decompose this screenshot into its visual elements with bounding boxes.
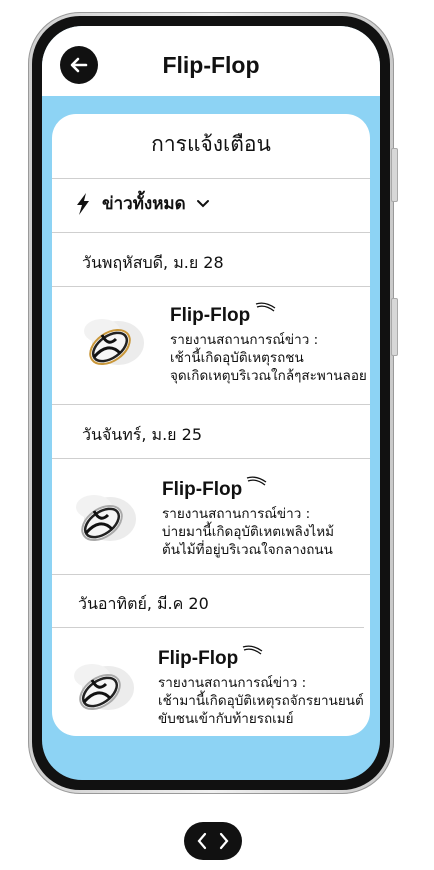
app-title: Flip-Flop	[162, 52, 260, 78]
page-title: การแจ้งเตือน	[151, 132, 271, 156]
divider	[52, 574, 370, 575]
top-bar: Flip-Flop	[42, 26, 380, 96]
flip-flop-sandal-icon	[76, 495, 136, 542]
page-navigation	[184, 822, 242, 860]
swoosh-icon	[246, 476, 267, 486]
notification-title: Flip-Flop	[162, 479, 243, 500]
notification-line: ขับชนเข้ากับท้ายรถเมย์	[158, 711, 294, 727]
flip-flop-sandal-icon	[84, 319, 144, 366]
phone-bezel: Flip-Flop การแจ้งเตือน ข่าวทั้งหมด วันพฤ…	[32, 16, 390, 790]
notifications-card: การแจ้งเตือน ข่าวทั้งหมด วันพฤหัสบดี, ม.…	[52, 114, 370, 736]
notification-item[interactable]: Flip-Flop รายงานสถานการณ์ข่าว : เช้ามานี…	[52, 628, 370, 736]
phone-side-button	[391, 298, 398, 356]
app-screen: Flip-Flop การแจ้งเตือน ข่าวทั้งหมด วันพฤ…	[42, 26, 380, 780]
notification-item[interactable]: Flip-Flop รายงานสถานการณ์ข่าว : เช้านี้เ…	[52, 287, 370, 405]
flip-flop-sandal-icon	[74, 664, 134, 711]
notification-line: เช้ามานี้เกิดอุบัติเหตุรถจักรยานยนต์	[158, 693, 364, 709]
notification-line: จุดเกิดเหตุบริเวณใกล้ๆสะพานลอย	[170, 368, 367, 384]
phone-frame: Flip-Flop การแจ้งเตือน ข่าวทั้งหมด วันพฤ…	[28, 12, 398, 794]
notification-line: เช้านี้เกิดอุบัติเหตุรถชน	[170, 350, 304, 366]
notification-line: รายงานสถานการณ์ข่าว :	[162, 506, 311, 522]
divider	[52, 178, 370, 179]
chevron-right-icon[interactable]	[218, 832, 230, 850]
swoosh-icon	[255, 302, 276, 312]
notification-line: ต้นไม้ที่อยู่บริเวณใจกลางถนน	[162, 542, 333, 558]
notification-title: Flip-Flop	[170, 305, 251, 326]
filter-label: ข่าวทั้งหมด	[102, 194, 186, 214]
notification-line: บ่ายมานี้เกิดอุบัติเหตเพลิงไหม้	[162, 524, 335, 540]
phone-side-button	[391, 148, 398, 202]
chevron-left-icon[interactable]	[196, 832, 208, 850]
news-filter-dropdown[interactable]: ข่าวทั้งหมด	[74, 190, 210, 217]
swoosh-icon	[242, 645, 263, 655]
divider	[52, 232, 370, 233]
date-header: วันอาทิตย์, มี.ค 20	[78, 594, 209, 613]
notification-line: รายงานสถานการณ์ข่าว :	[170, 332, 319, 348]
notification-item[interactable]: Flip-Flop รายงานสถานการณ์ข่าว : บ่ายมานี…	[52, 459, 370, 574]
divider	[52, 404, 370, 405]
notification-line: รายงานสถานการณ์ข่าว :	[158, 675, 307, 691]
lightning-icon	[77, 192, 89, 215]
notification-title: Flip-Flop	[158, 648, 239, 669]
date-header: วันจันทร์, ม.ย 25	[82, 425, 202, 444]
date-header: วันพฤหัสบดี, ม.ย 28	[82, 253, 224, 272]
chevron-down-icon	[196, 199, 209, 207]
